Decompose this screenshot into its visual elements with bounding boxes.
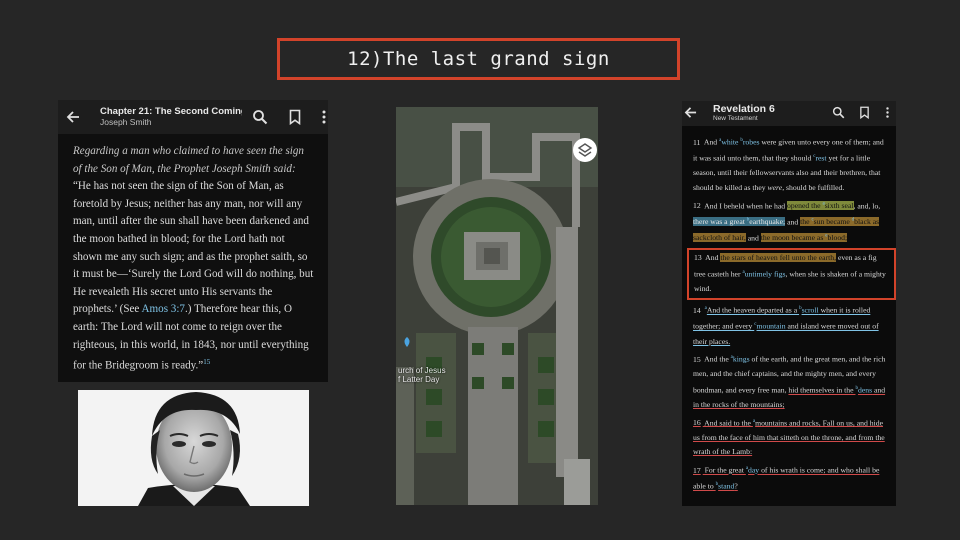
verse-11[interactable]: 11 And awhite brobes were given unto eve… <box>693 134 888 196</box>
map-place-label[interactable]: urch of Jesus f Latter Day <box>398 366 446 384</box>
verse-list: 11 And awhite brobes were given unto eve… <box>682 126 896 494</box>
book-title-text: Revelation 6 <box>713 103 775 115</box>
back-arrow-icon[interactable] <box>684 106 697 119</box>
verse-12[interactable]: 12 And I beheld when he had opened the a… <box>693 198 888 246</box>
scripture-link[interactable]: Amos 3:7 <box>142 303 185 315</box>
bookmark-icon[interactable] <box>858 106 871 120</box>
back-arrow-icon[interactable] <box>62 106 84 128</box>
intro-text: Regarding a man who claimed to have seen… <box>73 145 304 175</box>
chapter-title: Chapter 21: The Second Coming an Joseph … <box>100 106 242 128</box>
verse-17[interactable]: 17 For the great aday of his wrath is co… <box>693 462 888 494</box>
search-icon[interactable] <box>252 109 268 125</box>
app-bar: Chapter 21: The Second Coming an Joseph … <box>58 100 328 134</box>
chapter-body: Regarding a man who claimed to have seen… <box>58 134 328 375</box>
book-subtitle: New Testament <box>713 115 758 122</box>
bookmark-icon[interactable] <box>287 109 303 126</box>
verse-16[interactable]: 16 And said to the amountains and rocks,… <box>693 415 888 460</box>
satellite-map[interactable] <box>396 107 598 505</box>
verse-13-highlighted[interactable]: 13 And the stars of heaven fell unto the… <box>687 247 896 301</box>
app-bar: Revelation 6 New Testament <box>682 101 896 126</box>
verse-15[interactable]: 15 And the akings of the earth, and the … <box>693 351 888 413</box>
more-vert-icon[interactable] <box>316 109 328 125</box>
chapter-subtitle: Joseph Smith <box>100 117 152 127</box>
verse-14[interactable]: 14 aAnd the heaven departed as a bscroll… <box>693 302 888 349</box>
revelation-screenshot: Revelation 6 New Testament 11 And awhite… <box>682 101 896 506</box>
footnote-link[interactable]: 15 <box>203 358 210 366</box>
portrait-photo <box>78 390 309 506</box>
more-vert-icon[interactable] <box>881 106 894 119</box>
slide-title: 12)The last grand sign <box>277 38 680 80</box>
quote-text: “He has not seen the sign of the Son of … <box>73 180 314 316</box>
chapter-title-text: Chapter 21: The Second Coming an <box>100 106 242 117</box>
chapter-screenshot: Chapter 21: The Second Coming an Joseph … <box>58 100 328 382</box>
search-icon[interactable] <box>832 106 845 119</box>
book-title: Revelation 6 New Testament <box>713 103 775 123</box>
